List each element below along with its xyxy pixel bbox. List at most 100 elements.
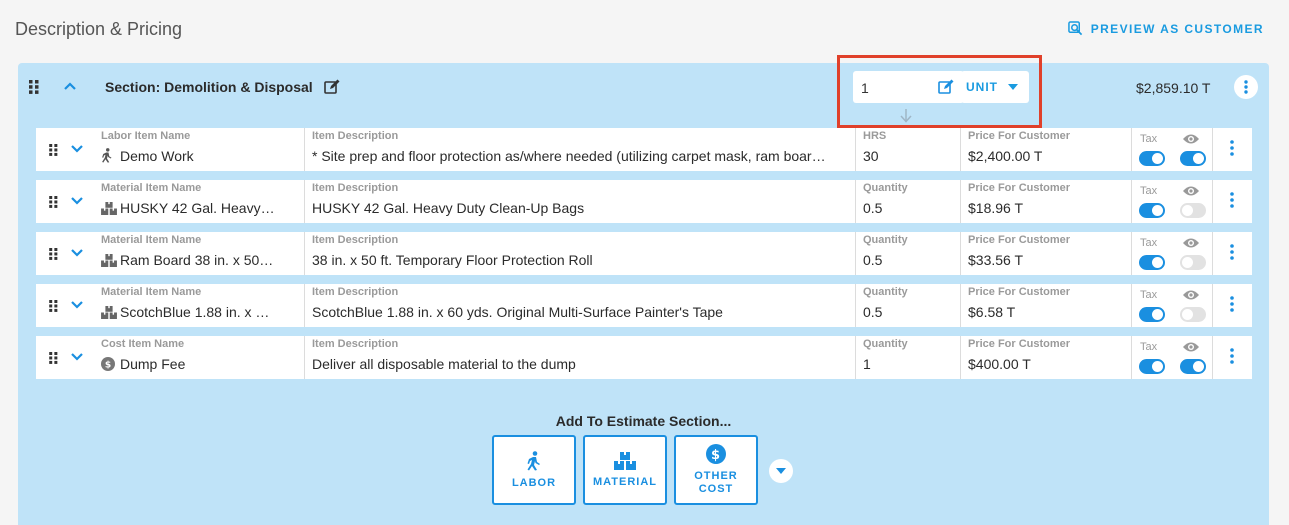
- drag-handle-icon[interactable]: [29, 80, 39, 94]
- kebab-icon[interactable]: [1230, 296, 1234, 312]
- item-toggles-cell: Tax: [1131, 232, 1212, 275]
- section-more-button[interactable]: [1234, 75, 1258, 99]
- boxes-icon: [101, 202, 117, 216]
- tax-label: Tax: [1140, 341, 1158, 353]
- drag-handle-icon[interactable]: [49, 196, 58, 208]
- item-toggles-cell: Tax: [1131, 180, 1212, 223]
- item-name-cell[interactable]: Material Item Name ScotchBlue 1.88 in. x…: [94, 284, 304, 327]
- item-name-cell[interactable]: Labor Item Name Demo Work: [94, 128, 304, 171]
- item-name-label: Material Item Name: [101, 286, 202, 298]
- table-row: Material Item Name ScotchBlue 1.88 in. x…: [36, 284, 1252, 327]
- drag-handle-icon[interactable]: [49, 300, 58, 312]
- drag-handle-icon[interactable]: [49, 248, 58, 260]
- item-quantity-value: 0.5: [863, 304, 883, 320]
- item-quantity-cell[interactable]: Quantity 0.5: [855, 284, 960, 327]
- item-name-value: HUSKY 42 Gal. Heavy…: [101, 200, 301, 216]
- item-price-cell[interactable]: Price For Customer $400.00 T: [960, 336, 1131, 379]
- table-row: Material Item Name HUSKY 42 Gal. Heavy… …: [36, 180, 1252, 223]
- tax-toggle[interactable]: [1139, 151, 1165, 166]
- tax-label: Tax: [1140, 185, 1158, 197]
- item-price-cell[interactable]: Price For Customer $33.56 T: [960, 232, 1131, 275]
- item-price-cell[interactable]: Price For Customer $18.96 T: [960, 180, 1131, 223]
- chevron-down-icon[interactable]: [70, 350, 84, 364]
- kebab-icon[interactable]: [1230, 140, 1234, 156]
- item-price-cell[interactable]: Price For Customer $6.58 T: [960, 284, 1131, 327]
- item-description-label: Item Description: [312, 234, 399, 246]
- kebab-icon[interactable]: [1230, 192, 1234, 208]
- svg-text:$: $: [711, 448, 721, 463]
- visibility-toggle[interactable]: [1180, 151, 1206, 166]
- add-labor-label: LABOR: [511, 476, 557, 489]
- eye-icon: [1183, 186, 1199, 196]
- item-description-cell[interactable]: Item Description ScotchBlue 1.88 in. x 6…: [304, 284, 855, 327]
- visibility-toggle[interactable]: [1180, 359, 1206, 374]
- item-quantity-label: Quantity: [863, 234, 908, 246]
- tax-toggle[interactable]: [1139, 203, 1165, 218]
- eye-icon: [1183, 342, 1199, 352]
- item-description-label: Item Description: [312, 338, 399, 350]
- item-name-label: Labor Item Name: [101, 130, 191, 142]
- chevron-down-icon[interactable]: [70, 246, 84, 260]
- item-quantity-label: HRS: [863, 130, 887, 142]
- item-quantity-value: 1: [863, 356, 871, 372]
- tax-label: Tax: [1140, 237, 1158, 249]
- tax-label: Tax: [1140, 289, 1158, 301]
- item-price-label: Price For Customer: [968, 182, 1071, 194]
- item-description-label: Item Description: [312, 286, 399, 298]
- chevron-down-icon[interactable]: [70, 298, 84, 312]
- table-row: Cost Item Name $ Dump Fee Item Descriptio…: [36, 336, 1252, 379]
- item-toggles-cell: Tax: [1131, 128, 1212, 171]
- item-name-value: $ Dump Fee: [101, 356, 301, 372]
- item-description-value: ScotchBlue 1.88 in. x 60 yds. Original M…: [312, 304, 723, 320]
- item-price-cell[interactable]: Price For Customer $2,400.00 T: [960, 128, 1131, 171]
- item-price-value: $6.58 T: [968, 304, 1016, 320]
- item-description-cell[interactable]: Item Description Deliver all disposable …: [304, 336, 855, 379]
- item-quantity-cell[interactable]: HRS 30: [855, 128, 960, 171]
- item-quantity-cell[interactable]: Quantity 1: [855, 336, 960, 379]
- edit-icon[interactable]: [324, 79, 340, 95]
- tax-toggle[interactable]: [1139, 359, 1165, 374]
- add-material-label: MATERIAL: [592, 475, 657, 488]
- highlight-box: [837, 55, 1042, 128]
- item-price-value: $2,400.00 T: [968, 148, 1043, 164]
- item-description-cell[interactable]: Item Description 38 in. x 50 ft. Tempora…: [304, 232, 855, 275]
- chevron-down-icon[interactable]: [70, 142, 84, 156]
- item-description-label: Item Description: [312, 130, 399, 142]
- add-to-section-title: Add To Estimate Section...: [555, 413, 732, 429]
- drag-handle-icon[interactable]: [49, 144, 58, 156]
- kebab-icon[interactable]: [1230, 348, 1234, 364]
- item-name-cell[interactable]: Cost Item Name $ Dump Fee: [94, 336, 304, 379]
- tax-toggle[interactable]: [1139, 307, 1165, 322]
- add-labor-button[interactable]: LABOR: [492, 435, 576, 505]
- drag-handle-icon[interactable]: [49, 352, 58, 364]
- boxes-icon: [614, 451, 636, 470]
- item-quantity-label: Quantity: [863, 338, 908, 350]
- item-quantity-cell[interactable]: Quantity 0.5: [855, 180, 960, 223]
- item-name-value: Ram Board 38 in. x 50…: [101, 252, 301, 268]
- item-price-label: Price For Customer: [968, 130, 1071, 142]
- chevron-down-icon[interactable]: [70, 194, 84, 208]
- visibility-toggle[interactable]: [1180, 255, 1206, 270]
- boxes-icon: [101, 254, 117, 268]
- more-add-options-button[interactable]: [769, 459, 793, 483]
- tax-toggle[interactable]: [1139, 255, 1165, 270]
- add-other-cost-button[interactable]: $ OTHER COST: [674, 435, 758, 505]
- add-other-cost-label: OTHER COST: [694, 470, 738, 495]
- preview-search-icon: [1067, 21, 1082, 36]
- preview-as-customer-link[interactable]: PREVIEW AS CUSTOMER: [1067, 21, 1264, 36]
- section-title: Section: Demolition & Disposal: [105, 79, 313, 95]
- visibility-toggle[interactable]: [1180, 203, 1206, 218]
- visibility-toggle[interactable]: [1180, 307, 1206, 322]
- chevron-up-icon[interactable]: [63, 79, 77, 93]
- eye-icon: [1183, 290, 1199, 300]
- item-description-cell[interactable]: Item Description * Site prep and floor p…: [304, 128, 855, 171]
- item-quantity-cell[interactable]: Quantity 0.5: [855, 232, 960, 275]
- item-name-cell[interactable]: Material Item Name HUSKY 42 Gal. Heavy…: [94, 180, 304, 223]
- item-description-cell[interactable]: Item Description HUSKY 42 Gal. Heavy Dut…: [304, 180, 855, 223]
- add-material-button[interactable]: MATERIAL: [583, 435, 667, 505]
- eye-icon: [1183, 134, 1199, 144]
- item-name-cell[interactable]: Material Item Name Ram Board 38 in. x 50…: [94, 232, 304, 275]
- kebab-icon[interactable]: [1230, 244, 1234, 260]
- estimate-section: Section: Demolition & Disposal 1 UNIT $2…: [18, 55, 1269, 525]
- svg-text:$: $: [105, 361, 111, 371]
